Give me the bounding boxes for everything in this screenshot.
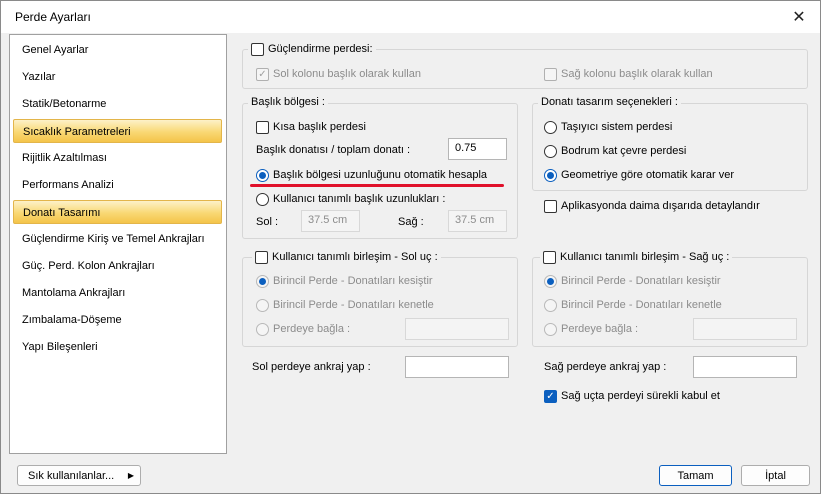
rebar-design-title: Donatı tasarım seçenekleri :	[538, 96, 681, 108]
left-joint-connect-radio[interactable]: Perdeye bağla :	[256, 321, 350, 337]
checkbox-box[interactable]	[543, 250, 556, 264]
left-joint-checkbox[interactable]: Kullanıcı tanımlı birleşim - Sol uç :	[252, 249, 441, 265]
checkbox-box[interactable]	[256, 120, 269, 134]
radio-button[interactable]	[544, 168, 557, 182]
right-joint-lap-radio[interactable]: Birincil Perde - Donatıları kenetle	[544, 297, 722, 313]
right-joint-connect-radio[interactable]: Perdeye bağla :	[544, 321, 638, 337]
radio-button[interactable]	[256, 192, 269, 206]
checkbox-box[interactable]	[251, 42, 264, 56]
radio-button[interactable]	[256, 168, 269, 182]
chevron-right-icon: ▶	[127, 471, 134, 480]
sidebar-item-beam-anchorage[interactable]: Güçlendirme Kiriş ve Temel Ankrajları	[13, 227, 222, 251]
right-anchorage-input[interactable]	[693, 356, 797, 378]
radio-basement-wall[interactable]: Bodrum kat çevre perdesi	[544, 143, 686, 159]
right-anchorage-label: Sağ perdeye ankraj yap :	[544, 361, 667, 373]
sidebar-item-performance[interactable]: Performans Analizi	[13, 173, 222, 197]
strengthening-checkbox[interactable]: Güçlendirme perdesi:	[248, 41, 376, 57]
ok-button[interactable]: Tamam	[659, 465, 732, 486]
checkbox-box[interactable]: ✓	[544, 389, 557, 403]
sidebar-item-punching[interactable]: Zımbalama-Döşeme	[13, 308, 222, 332]
right-length-input[interactable]: 37.5 cm	[448, 210, 507, 232]
left-anchorage-label: Sol perdeye ankraj yap :	[252, 361, 371, 373]
favorites-button[interactable]: Sık kullanılanlar... ▶	[17, 465, 141, 486]
radio-button[interactable]	[256, 274, 269, 288]
checkbox-box[interactable]: ✓	[256, 67, 269, 81]
window-title: Perde Ayarları	[15, 10, 91, 24]
sidebar-item-stiffness[interactable]: Rijitlik Azaltılması	[13, 146, 222, 170]
settings-dialog: Perde Ayarları ✕ Genel Ayarlar Yazılar S…	[0, 0, 821, 494]
right-column-header-checkbox[interactable]: Sağ kolonu başlık olarak kullan	[544, 66, 713, 82]
left-joint-intersect-radio[interactable]: Birincil Perde - Donatıları kesiştir	[256, 273, 433, 289]
radio-button[interactable]	[544, 274, 557, 288]
title-bar: Perde Ayarları ✕	[1, 1, 820, 33]
radio-structural-wall[interactable]: Taşıyıcı sistem perdesi	[544, 119, 672, 135]
sidebar-item-rebar-design[interactable]: Donatı Tasarımı	[13, 200, 222, 224]
detail-outside-checkbox[interactable]: Aplikasyonda daima dışarıda detaylandır	[544, 198, 760, 214]
sidebar-item-building-components[interactable]: Yapı Bileşenleri	[13, 335, 222, 359]
left-column-header-checkbox[interactable]: ✓ Sol kolonu başlık olarak kullan	[256, 66, 421, 82]
radio-button[interactable]	[256, 322, 269, 336]
header-region-title: Başlık bölgesi :	[248, 96, 328, 108]
user-defined-radio[interactable]: Kullanıcı tanımlı başlık uzunlukları :	[256, 191, 445, 207]
left-length-input[interactable]: 37.5 cm	[301, 210, 360, 232]
checkbox-box[interactable]	[544, 199, 557, 213]
short-header-checkbox[interactable]: Kısa başlık perdesi	[256, 119, 366, 135]
sidebar-item-temperature[interactable]: Sıcaklık Parametreleri	[13, 119, 222, 143]
ratio-label: Başlık donatısı / toplam donatı :	[256, 144, 411, 156]
close-icon[interactable]: ✕	[784, 5, 814, 29]
sidebar-item-static-concrete[interactable]: Statik/Betonarme	[13, 92, 222, 116]
radio-button[interactable]	[544, 298, 557, 312]
left-joint-lap-radio[interactable]: Birincil Perde - Donatıları kenetle	[256, 297, 434, 313]
right-length-label: Sağ :	[398, 216, 424, 228]
cancel-button[interactable]: İptal	[741, 465, 810, 486]
radio-button[interactable]	[256, 298, 269, 312]
right-joint-intersect-radio[interactable]: Birincil Perde - Donatıları kesiştir	[544, 273, 721, 289]
right-joint-checkbox[interactable]: Kullanıcı tanımlı birleşim - Sağ uç :	[540, 249, 733, 265]
radio-button[interactable]	[544, 144, 557, 158]
left-joint-wall-input[interactable]	[405, 318, 509, 340]
category-list: Genel Ayarlar Yazılar Statik/Betonarme S…	[9, 34, 227, 454]
radio-button[interactable]	[544, 120, 557, 134]
left-anchorage-input[interactable]	[405, 356, 509, 378]
ratio-input[interactable]: 0.75	[448, 138, 507, 160]
radio-button[interactable]	[544, 322, 557, 336]
checkbox-box[interactable]	[544, 67, 557, 81]
left-length-label: Sol :	[256, 216, 279, 228]
auto-calc-radio[interactable]: Başlık bölgesi uzunluğunu otomatik hesap…	[256, 167, 487, 183]
radio-auto-geometry[interactable]: Geometriye göre otomatik karar ver	[544, 167, 734, 183]
checkbox-box[interactable]	[255, 250, 268, 264]
continuous-wall-checkbox[interactable]: ✓ Sağ uçta perdeyi sürekli kabul et	[544, 388, 720, 404]
sidebar-item-jacketing[interactable]: Mantolama Ankrajları	[13, 281, 222, 305]
sidebar-item-general[interactable]: Genel Ayarlar	[13, 38, 222, 62]
red-underline-annotation	[250, 184, 504, 187]
right-joint-wall-input[interactable]	[693, 318, 797, 340]
sidebar-item-column-anchorage[interactable]: Güç. Perd. Kolon Ankrajları	[13, 254, 222, 278]
sidebar-item-texts[interactable]: Yazılar	[13, 65, 222, 89]
